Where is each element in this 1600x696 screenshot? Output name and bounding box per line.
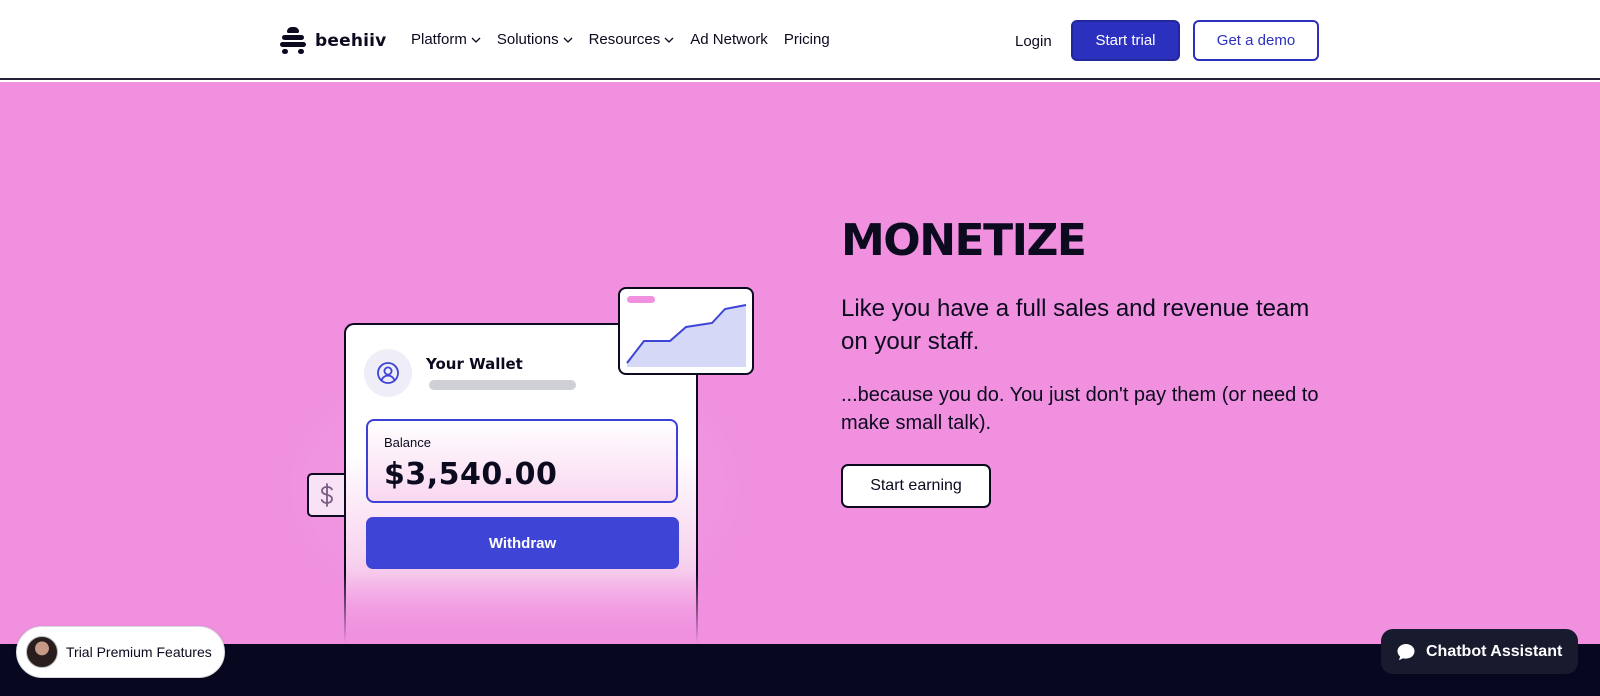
chevron-down-icon [664, 37, 674, 43]
start-earning-button[interactable]: Start earning [841, 464, 991, 508]
dollar-chip [307, 473, 345, 517]
dollar-icon [320, 483, 333, 507]
main-nav: Platform Solutions Resources Ad Network … [411, 31, 830, 48]
nav-ad-network-label: Ad Network [690, 31, 768, 48]
wallet-placeholder-bar [429, 380, 576, 390]
trial-premium-label: Trial Premium Features [66, 644, 212, 660]
site-header: beehiiv Platform Solutions Resources Ad … [0, 0, 1600, 80]
hero-body: ...because you do. You just don't pay th… [841, 384, 1319, 434]
balance-box: Balance $3,540.00 [366, 419, 678, 503]
revenue-chart-card [618, 287, 754, 375]
balance-label: Balance [384, 435, 431, 450]
brand-name: beehiiv [315, 30, 387, 51]
trial-premium-widget[interactable]: Trial Premium Features [16, 626, 225, 678]
balance-value: $3,540.00 [384, 457, 558, 492]
nav-solutions-label: Solutions [496, 31, 559, 48]
nav-resources-label: Resources [588, 31, 661, 48]
get-demo-button[interactable]: Get a demo [1193, 20, 1319, 61]
hero-monetize: Your Wallet Balance $3,540.00 Withdraw M… [0, 82, 1600, 644]
start-trial-button[interactable]: Start trial [1071, 20, 1180, 61]
withdraw-button[interactable]: Withdraw [366, 517, 679, 569]
nav-pricing-label: Pricing [783, 31, 830, 48]
chatbot-assistant-button[interactable]: Chatbot Assistant [1381, 629, 1578, 674]
dark-section-strip [0, 644, 1600, 696]
nav-pricing[interactable]: Pricing [784, 31, 830, 48]
nav-solutions[interactable]: Solutions [497, 31, 573, 48]
user-icon [377, 362, 399, 384]
wallet-title: Your Wallet [426, 355, 523, 373]
revenue-trend-chart [626, 304, 747, 367]
chat-bubble-icon [1397, 643, 1415, 660]
login-link[interactable]: Login [1015, 33, 1052, 50]
brand-logo[interactable]: beehiiv [280, 27, 386, 54]
agent-avatar [26, 636, 58, 668]
nav-platform-label: Platform [411, 31, 467, 48]
user-avatar [364, 349, 412, 397]
nav-platform[interactable]: Platform [411, 31, 481, 48]
chevron-down-icon [471, 37, 481, 43]
nav-resources[interactable]: Resources [589, 31, 675, 48]
nav-ad-network[interactable]: Ad Network [690, 31, 768, 48]
bee-hive-logo-icon [280, 27, 306, 54]
chevron-down-icon [563, 37, 573, 43]
page-title: MONETIZE [841, 215, 1087, 266]
hero-subheadline: Like you have a full sales and revenue t… [841, 295, 1310, 355]
chatbot-label: Chatbot Assistant [1426, 642, 1563, 660]
